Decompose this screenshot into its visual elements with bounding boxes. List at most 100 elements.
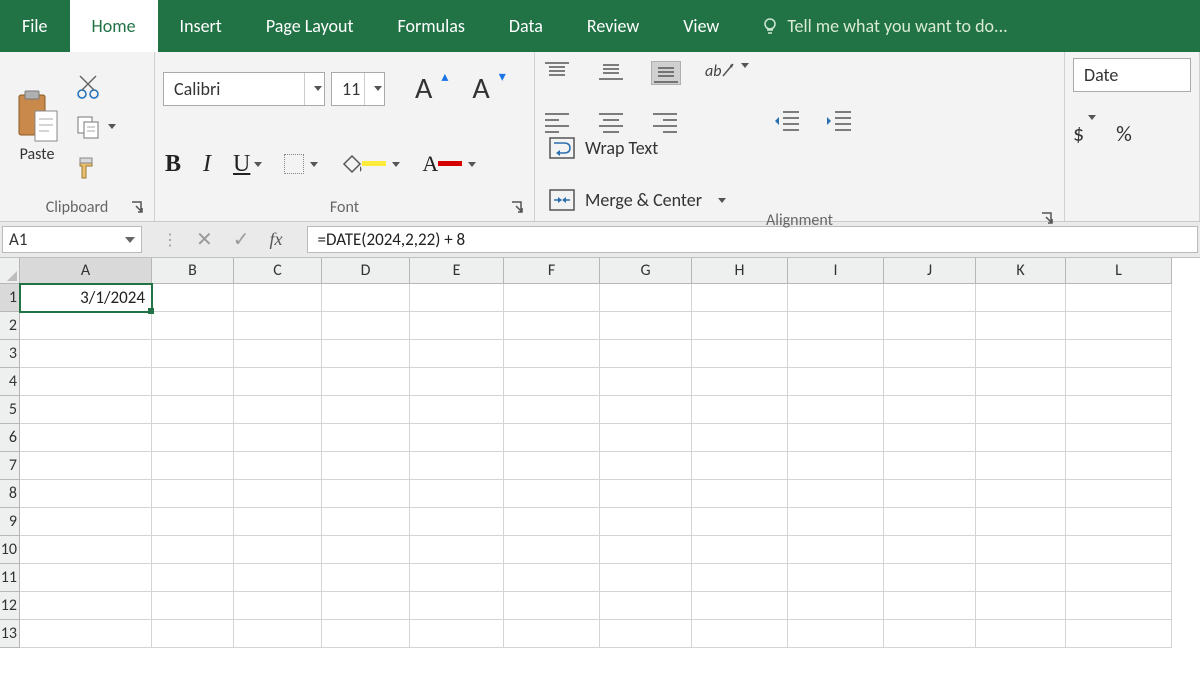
cell-L6[interactable] [1066, 424, 1172, 452]
cut-button[interactable] [76, 70, 116, 104]
cell-I8[interactable] [788, 480, 884, 508]
cell-C2[interactable] [234, 312, 322, 340]
cell-H12[interactable] [692, 592, 788, 620]
cell-H10[interactable] [692, 536, 788, 564]
cell-K10[interactable] [976, 536, 1066, 564]
cell-F8[interactable] [504, 480, 600, 508]
cell-I2[interactable] [788, 312, 884, 340]
cell-G4[interactable] [600, 368, 692, 396]
cell-E1[interactable] [410, 284, 504, 312]
cell-D4[interactable] [322, 368, 410, 396]
column-header-L[interactable]: L [1066, 258, 1172, 284]
cell-D12[interactable] [322, 592, 410, 620]
cell-H3[interactable] [692, 340, 788, 368]
cell-F5[interactable] [504, 396, 600, 424]
row-header-6[interactable]: 6 [0, 424, 20, 452]
cell-D11[interactable] [322, 564, 410, 592]
font-name-combo[interactable]: Calibri [163, 72, 325, 106]
cell-J2[interactable] [884, 312, 976, 340]
cell-G11[interactable] [600, 564, 692, 592]
cell-G7[interactable] [600, 452, 692, 480]
cell-G2[interactable] [600, 312, 692, 340]
column-header-K[interactable]: K [976, 258, 1066, 284]
tell-me-search[interactable]: Tell me what you want to do... [761, 0, 1007, 52]
cell-H8[interactable] [692, 480, 788, 508]
cell-H7[interactable] [692, 452, 788, 480]
row-header-1[interactable]: 1 [0, 284, 20, 312]
cell-G9[interactable] [600, 508, 692, 536]
cell-F1[interactable] [504, 284, 600, 312]
cell-D1[interactable] [322, 284, 410, 312]
cell-I12[interactable] [788, 592, 884, 620]
enter-formula-button[interactable]: ✓ [233, 227, 250, 252]
cell-H11[interactable] [692, 564, 788, 592]
tab-file[interactable]: File [0, 0, 70, 52]
cell-I9[interactable] [788, 508, 884, 536]
cell-K5[interactable] [976, 396, 1066, 424]
cell-E3[interactable] [410, 340, 504, 368]
cell-B8[interactable] [152, 480, 234, 508]
column-header-A[interactable]: A [20, 258, 152, 284]
align-top-button[interactable] [543, 61, 573, 85]
cell-F10[interactable] [504, 536, 600, 564]
align-right-button[interactable] [651, 111, 681, 135]
cell-J8[interactable] [884, 480, 976, 508]
row-header-11[interactable]: 11 [0, 564, 20, 592]
cell-A1[interactable]: 3/1/2024 [20, 284, 152, 312]
cell-H5[interactable] [692, 396, 788, 424]
italic-button[interactable]: I [201, 151, 213, 178]
cell-F13[interactable] [504, 620, 600, 648]
column-header-C[interactable]: C [234, 258, 322, 284]
cell-C12[interactable] [234, 592, 322, 620]
cell-G5[interactable] [600, 396, 692, 424]
cell-K9[interactable] [976, 508, 1066, 536]
cell-B3[interactable] [152, 340, 234, 368]
cell-I4[interactable] [788, 368, 884, 396]
cell-D13[interactable] [322, 620, 410, 648]
align-center-button[interactable] [597, 111, 627, 135]
cell-E13[interactable] [410, 620, 504, 648]
cell-I5[interactable] [788, 396, 884, 424]
cell-B10[interactable] [152, 536, 234, 564]
cell-J1[interactable] [884, 284, 976, 312]
column-header-B[interactable]: B [152, 258, 234, 284]
align-left-button[interactable] [543, 111, 573, 135]
cell-G12[interactable] [600, 592, 692, 620]
cell-K7[interactable] [976, 452, 1066, 480]
column-header-H[interactable]: H [692, 258, 788, 284]
increase-indent-button[interactable] [825, 109, 853, 136]
row-header-10[interactable]: 10 [0, 536, 20, 564]
tab-data[interactable]: Data [487, 0, 565, 52]
cell-A6[interactable] [20, 424, 152, 452]
align-bottom-button[interactable] [651, 61, 681, 85]
cell-B7[interactable] [152, 452, 234, 480]
cell-A11[interactable] [20, 564, 152, 592]
cell-L13[interactable] [1066, 620, 1172, 648]
cell-B1[interactable] [152, 284, 234, 312]
cell-D2[interactable] [322, 312, 410, 340]
cell-A10[interactable] [20, 536, 152, 564]
font-launcher[interactable] [510, 200, 526, 216]
fill-color-button[interactable] [338, 154, 402, 174]
cell-L4[interactable] [1066, 368, 1172, 396]
cell-J11[interactable] [884, 564, 976, 592]
cell-J3[interactable] [884, 340, 976, 368]
cell-G13[interactable] [600, 620, 692, 648]
cell-G6[interactable] [600, 424, 692, 452]
tab-view[interactable]: View [661, 0, 741, 52]
cell-B9[interactable] [152, 508, 234, 536]
cell-J9[interactable] [884, 508, 976, 536]
column-header-E[interactable]: E [410, 258, 504, 284]
row-header-3[interactable]: 3 [0, 340, 20, 368]
cell-D10[interactable] [322, 536, 410, 564]
merge-center-button[interactable]: Merge & Center [549, 189, 726, 211]
cell-B5[interactable] [152, 396, 234, 424]
cell-A12[interactable] [20, 592, 152, 620]
cell-B13[interactable] [152, 620, 234, 648]
cell-D3[interactable] [322, 340, 410, 368]
cell-A13[interactable] [20, 620, 152, 648]
name-box[interactable]: A1 [2, 226, 142, 253]
row-header-7[interactable]: 7 [0, 452, 20, 480]
cell-I7[interactable] [788, 452, 884, 480]
cell-B12[interactable] [152, 592, 234, 620]
